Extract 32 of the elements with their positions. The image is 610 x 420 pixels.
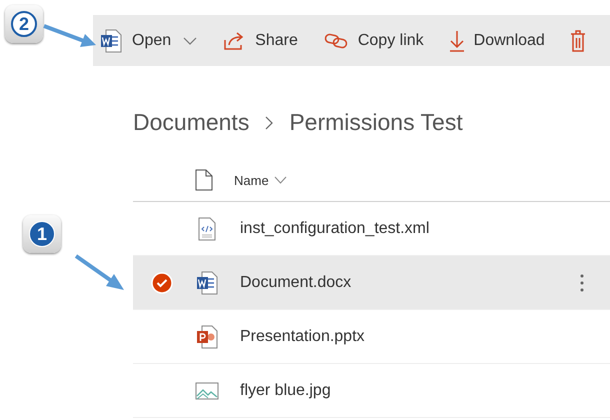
file-name: flyer blue.jpg	[240, 382, 332, 400]
step-badge: 2	[5, 5, 43, 43]
link-icon	[324, 32, 348, 48]
share-button[interactable]: Share	[223, 30, 298, 50]
file-name: Document.docx	[240, 274, 352, 292]
image-file-icon	[195, 380, 219, 400]
delete-button[interactable]	[570, 30, 585, 52]
breadcrumb-item[interactable]: Permissions Test	[289, 109, 463, 136]
name-column-header[interactable]: Name	[234, 172, 287, 188]
file-row[interactable]: flyer blue.jpg	[133, 364, 610, 418]
share-icon	[223, 30, 246, 50]
link-button[interactable]: Copy link	[324, 32, 424, 50]
more-options-icon[interactable]	[580, 274, 584, 292]
file-name: inst_configuration_test.xml	[240, 220, 430, 238]
code-file-icon	[197, 216, 217, 240]
powerpoint-file-icon	[196, 324, 218, 348]
file-row[interactable]: Presentation.pptx	[133, 310, 610, 364]
step-badge: 1	[23, 215, 61, 253]
download-button[interactable]: Download	[450, 30, 545, 52]
download-icon	[450, 30, 464, 52]
check-circle-icon[interactable]	[151, 272, 173, 294]
word-icon	[100, 28, 122, 52]
pointer-arrow	[74, 254, 124, 290]
open-button[interactable]: Open	[100, 28, 198, 52]
file-row[interactable]: Document.docx	[133, 256, 610, 310]
file-name: Presentation.pptx	[240, 328, 366, 346]
file-type-icon	[195, 169, 213, 191]
breadcrumb-item[interactable]: Documents	[133, 109, 250, 136]
chevron-right-icon	[265, 116, 274, 130]
word-file-icon	[196, 270, 218, 294]
trash-icon	[570, 30, 585, 52]
pointer-arrow	[43, 24, 96, 47]
